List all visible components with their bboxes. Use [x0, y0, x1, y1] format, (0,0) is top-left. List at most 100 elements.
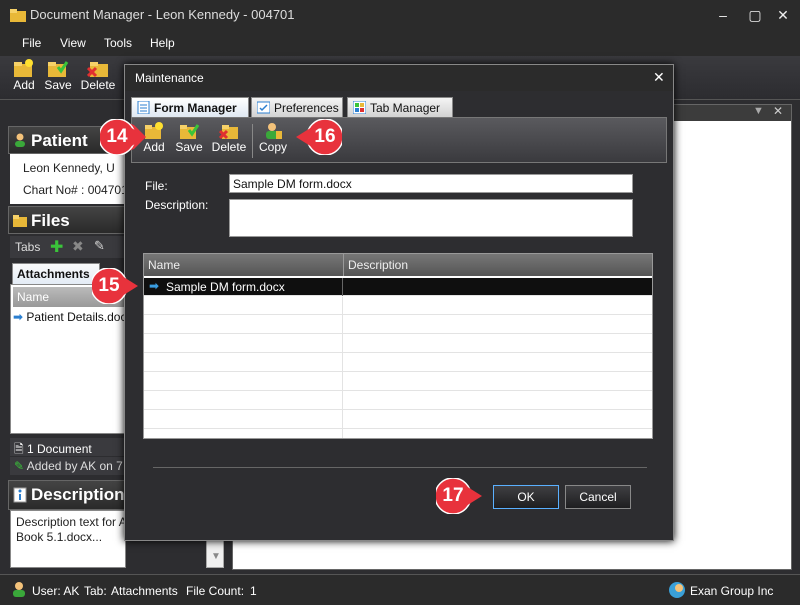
- maximize-button[interactable]: ▢: [744, 5, 766, 25]
- delete-button[interactable]: Delete: [78, 58, 118, 92]
- remove-tab-icon[interactable]: ✖: [72, 238, 84, 255]
- empty-row: [144, 392, 652, 410]
- status-tab-label: Tab:: [84, 584, 107, 598]
- callout-16: 16: [296, 118, 344, 156]
- callout-14: 14: [98, 118, 146, 156]
- menu-view[interactable]: View: [60, 36, 86, 50]
- grid-header-description[interactable]: Description: [344, 254, 652, 276]
- callout-16-number: 16: [314, 126, 336, 147]
- menu-tools[interactable]: Tools: [104, 36, 132, 50]
- brand-name: Exan Group Inc: [690, 584, 774, 598]
- delete-label: Delete: [80, 78, 116, 92]
- delete-folder-icon: [219, 125, 238, 140]
- form-add-label: Add: [143, 140, 165, 154]
- tab-preferences[interactable]: Preferences: [251, 97, 343, 117]
- table-row[interactable]: ➡ Sample DM form.docx: [144, 278, 652, 296]
- user-icon: [13, 582, 25, 597]
- forms-grid: Name Description ➡ Sample DM form.docx: [143, 253, 653, 439]
- file-field[interactable]: Sample DM form.docx: [229, 174, 633, 193]
- status-file-count-label: File Count:: [186, 584, 245, 598]
- folder-icon: [10, 9, 26, 22]
- form-save-label: Save: [175, 140, 203, 154]
- tab-form-manager[interactable]: Form Manager: [131, 97, 249, 117]
- pin-icon[interactable]: ▼: [753, 105, 764, 117]
- add-folder-icon: [14, 59, 33, 77]
- save-label: Save: [44, 78, 72, 92]
- empty-row: [144, 354, 652, 372]
- description-box: Description text for A Book 5.1.docx...: [10, 510, 127, 568]
- callout-15-number: 15: [98, 275, 120, 296]
- maintenance-dialog: Maintenance ✕ Form Manager Preferences T…: [124, 64, 674, 541]
- status-bar: User: AK Tab: Attachments File Count: 1 …: [0, 574, 800, 605]
- scroll-down-icon[interactable]: ▼: [211, 551, 221, 562]
- close-button[interactable]: ✕: [772, 5, 794, 25]
- document-count-row: 🗎 1 Document: [10, 438, 126, 456]
- form-delete-button[interactable]: Delete: [208, 122, 250, 154]
- dialog-close-icon[interactable]: ✕: [653, 69, 665, 86]
- file-label: File:: [145, 179, 168, 193]
- add-tab-icon[interactable]: ✚: [50, 237, 63, 257]
- document-icon: 🗎: [14, 442, 24, 456]
- exan-logo-icon: [669, 582, 685, 598]
- column-divider: [342, 297, 343, 438]
- name-col-label: Name: [17, 290, 50, 304]
- description-title: Description: [31, 485, 125, 504]
- add-label: Add: [13, 78, 35, 92]
- list-item[interactable]: ➡ Patient Details.docx: [13, 310, 125, 328]
- files-section-header: Files: [8, 206, 126, 234]
- menu-help[interactable]: Help: [150, 36, 175, 50]
- person-icon: [15, 133, 25, 147]
- form-save-button[interactable]: Save: [172, 122, 206, 154]
- tabs-label: Tabs: [15, 240, 41, 254]
- info-icon: [13, 487, 27, 503]
- status-tab-value: Attachments: [111, 584, 178, 598]
- window-title: Document Manager - Leon Kennedy - 004701: [30, 7, 295, 22]
- files-tabs-toolbar: Tabs ✚ ✖ ✎: [10, 236, 126, 258]
- empty-row: [144, 335, 652, 353]
- dialog-divider: [153, 467, 647, 468]
- empty-row: [144, 373, 652, 391]
- empty-row: [144, 411, 652, 429]
- description-label: Description:: [145, 198, 209, 212]
- cell-divider: [342, 278, 343, 296]
- status-file-count-value: 1: [250, 584, 257, 598]
- description-text-1: Description text for A: [16, 515, 127, 529]
- callout-15: 15: [90, 267, 138, 305]
- save-folder-icon: [48, 61, 69, 77]
- attachments-tab-label: Attachments: [17, 267, 90, 281]
- row-name: Sample DM form.docx: [166, 280, 285, 294]
- arrow-right-icon: ➡: [149, 279, 160, 293]
- form-icon: [137, 101, 150, 114]
- dialog-tabs: Form Manager Preferences Tab Manager: [125, 93, 673, 117]
- copy-user-icon: [266, 123, 282, 139]
- empty-row: [144, 297, 652, 315]
- tab-tab-manager[interactable]: Tab Manager: [347, 97, 453, 117]
- save-button[interactable]: Save: [38, 58, 78, 92]
- added-by-row: ✎ Added by AK on 7: [10, 457, 126, 475]
- minimize-button[interactable]: –: [712, 5, 734, 25]
- arrow-right-icon: ➡: [13, 310, 24, 324]
- file-item-label: Patient Details.docx: [26, 310, 125, 324]
- close-panel-icon[interactable]: ✕: [773, 104, 783, 118]
- form-copy-button[interactable]: Copy: [256, 122, 290, 154]
- tab-manager-icon: [353, 101, 366, 114]
- patient-title: Patient: [31, 131, 88, 150]
- menu-file[interactable]: File: [22, 36, 41, 50]
- edit-tab-icon[interactable]: ✎: [94, 238, 105, 254]
- ok-button[interactable]: OK: [493, 485, 559, 509]
- delete-folder-icon: [87, 62, 108, 78]
- status-user: User: AK: [32, 584, 80, 598]
- tab-attachments[interactable]: Attachments: [12, 263, 100, 285]
- menu-bar: File View Tools Help: [0, 30, 800, 56]
- grid-header-name[interactable]: Name: [144, 254, 344, 276]
- cancel-button[interactable]: Cancel: [565, 485, 631, 509]
- description-field[interactable]: [229, 199, 633, 237]
- added-by-text: Added by AK on 7: [26, 459, 123, 473]
- description-section-header: Description: [8, 480, 126, 510]
- chart-number: Chart No# : 004701: [23, 183, 126, 197]
- tab-tab-manager-label: Tab Manager: [370, 101, 441, 115]
- callout-14-number: 14: [106, 126, 128, 147]
- tab-preferences-label: Preferences: [274, 101, 339, 115]
- add-folder-icon: [145, 122, 163, 139]
- files-title: Files: [31, 211, 70, 230]
